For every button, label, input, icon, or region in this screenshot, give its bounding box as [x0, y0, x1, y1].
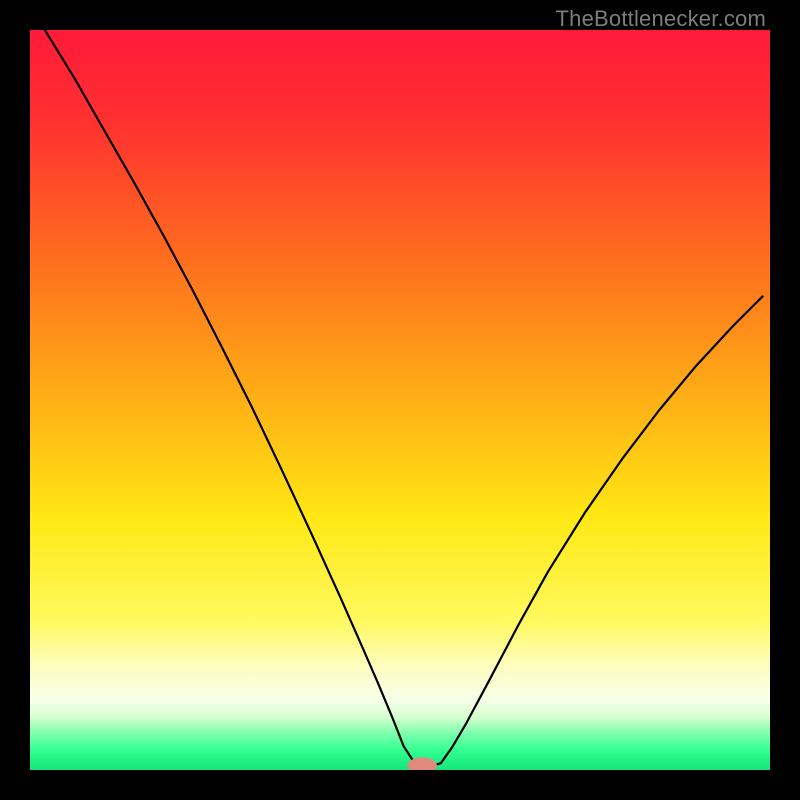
chart-frame: [30, 30, 770, 770]
bottleneck-chart: [30, 30, 770, 770]
gradient-background: [30, 30, 770, 770]
watermark-text: TheBottlenecker.com: [556, 6, 766, 32]
